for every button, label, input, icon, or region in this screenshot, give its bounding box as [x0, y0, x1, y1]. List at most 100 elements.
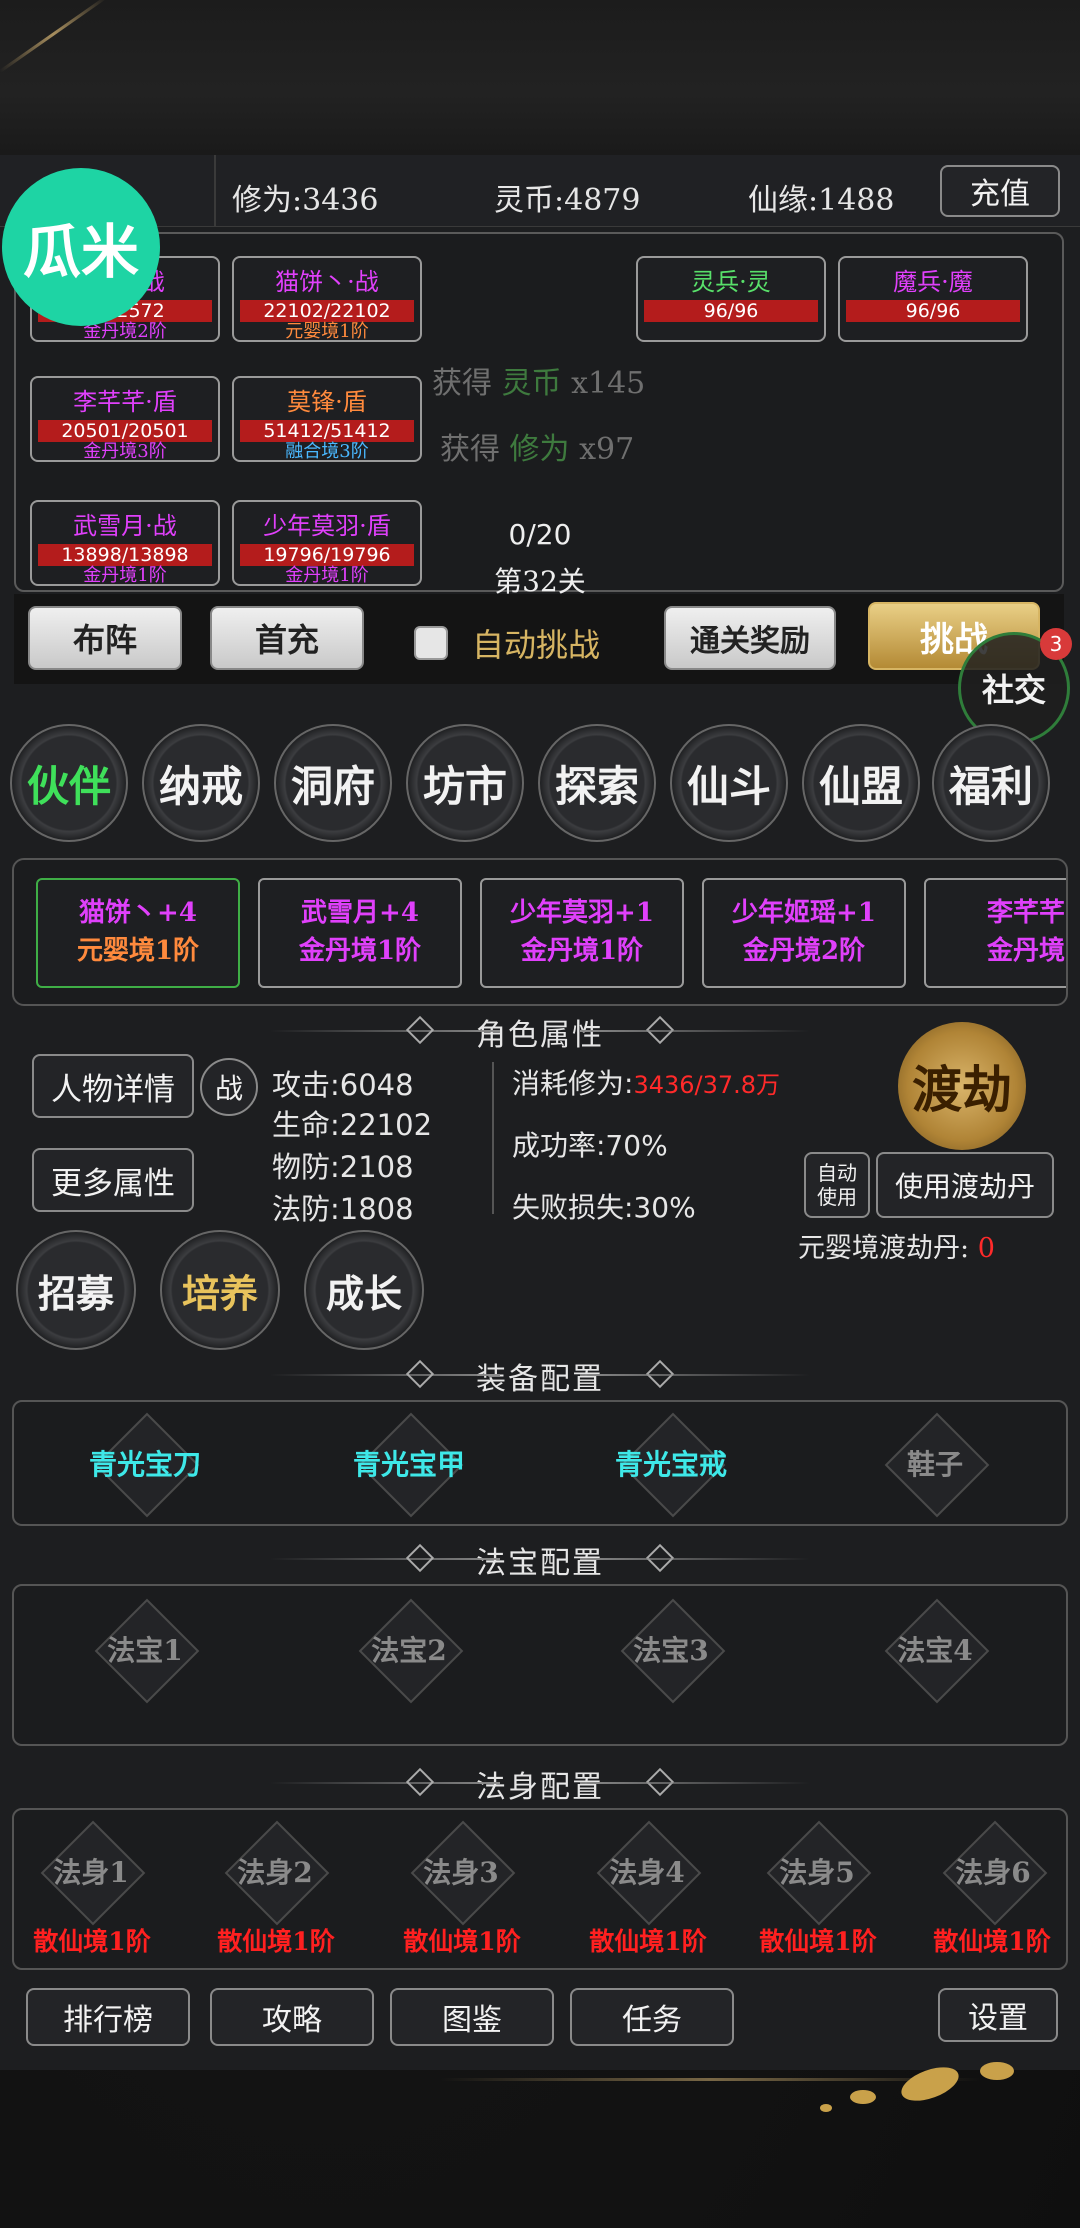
guide-button[interactable]: 攻略 — [210, 1988, 374, 2046]
equipment-slot-weapon[interactable]: 青光宝刀 — [80, 1408, 210, 1518]
auto-use-toggle[interactable]: 自动使用 — [804, 1152, 870, 1218]
gold-splash-decor — [820, 2104, 832, 2112]
dharma-slot[interactable]: 法身4 — [582, 1816, 712, 1926]
nav-welfare[interactable]: 福利 — [932, 724, 1050, 842]
auto-challenge-checkbox[interactable] — [414, 626, 448, 660]
team-member-realm: 金丹境2阶 — [83, 321, 167, 342]
treasure-slot[interactable]: 法宝3 — [606, 1594, 736, 1704]
spirit-coin-value: 灵币:4879 — [494, 183, 641, 218]
partner-card[interactable]: 少年莫羽+1 金丹境1阶 — [480, 878, 684, 988]
background-top — [0, 0, 1080, 155]
clear-reward-button[interactable]: 通关奖励 — [664, 606, 836, 670]
partner-realm: 金丹境2阶 — [742, 936, 866, 966]
tasks-button[interactable]: 任务 — [570, 1988, 734, 2046]
life-stat: 生命:22102 — [272, 1108, 433, 1142]
failure-loss: 失败损失:30% — [512, 1191, 696, 1224]
tribulation-button[interactable]: 渡劫 — [898, 1022, 1026, 1150]
partner-card[interactable]: 少年姬瑶+1 金丹境2阶 — [702, 878, 906, 988]
social-badge: 3 — [1040, 628, 1072, 660]
treasure-slot[interactable]: 法宝1 — [80, 1594, 210, 1704]
dharma-slot[interactable]: 法身6 — [928, 1816, 1058, 1926]
team-member-hp: 20501/20501 — [38, 420, 212, 442]
partner-name: 少年姬瑶+1 — [732, 898, 876, 928]
team-member-realm: 融合境3阶 — [285, 441, 369, 462]
team-member-name: 李芊芊·盾 — [73, 388, 177, 416]
enemy-card[interactable]: 魔兵·魔 96/96 — [838, 256, 1028, 342]
dharma-slot[interactable]: 法身3 — [396, 1816, 526, 1926]
team-card[interactable]: 少年莫羽·盾 19796/19796 金丹境1阶 — [232, 500, 422, 586]
character-detail-button[interactable]: 人物详情 — [32, 1054, 194, 1118]
gold-streak-decor — [440, 2078, 980, 2081]
dharma-realm: 散仙境1阶 — [33, 1927, 151, 1956]
equipment-slot-armor[interactable]: 青光宝甲 — [344, 1408, 474, 1518]
partner-list: 猫饼丶+4 元婴境1阶 武雪月+4 金丹境1阶 少年莫羽+1 金丹境1阶 少年姬… — [12, 858, 1068, 1006]
partner-name: 猫饼丶+4 — [79, 898, 197, 928]
train-tab[interactable]: 培养 — [160, 1230, 280, 1350]
stage-progress: 0/20 — [508, 518, 572, 551]
partner-name: 武雪月+4 — [301, 898, 419, 928]
more-attributes-button[interactable]: 更多属性 — [32, 1148, 194, 1212]
dharma-realm: 散仙境1阶 — [759, 1927, 877, 1956]
team-member-name: 武雪月·战 — [73, 512, 177, 540]
settings-button[interactable]: 设置 — [938, 1988, 1058, 2042]
first-charge-button[interactable]: 首充 — [210, 606, 364, 670]
dharma-slot[interactable]: 法身2 — [210, 1816, 340, 1926]
equipment-section-title: 装备配置 — [0, 1354, 1080, 1398]
loot-message: 获得 灵币 x145 — [432, 366, 646, 401]
nav-market[interactable]: 坊市 — [406, 724, 524, 842]
nav-alliance[interactable]: 仙盟 — [802, 724, 920, 842]
enemy-name: 灵兵·灵 — [691, 268, 771, 296]
team-member-hp: 51412/51412 — [240, 420, 414, 442]
partner-card[interactable]: 李芊芊 金丹境 — [924, 878, 1066, 988]
equipment-slot-ring[interactable]: 青光宝戒 — [606, 1408, 736, 1518]
enemy-hp: 96/96 — [644, 300, 818, 322]
team-card[interactable]: 莫锋·盾 51412/51412 融合境3阶 — [232, 376, 422, 462]
dharma-slot[interactable]: 法身1 — [26, 1816, 156, 1926]
ranking-button[interactable]: 排行榜 — [26, 1988, 190, 2046]
team-card[interactable]: 猫饼丶·战 22102/22102 元婴境1阶 — [232, 256, 422, 342]
team-card[interactable]: 李芊芊·盾 20501/20501 金丹境3阶 — [30, 376, 220, 462]
dharma-slot[interactable]: 法身5 — [752, 1816, 882, 1926]
nav-ring[interactable]: 纳戒 — [142, 724, 260, 842]
nav-partner[interactable]: 伙伴 — [10, 724, 128, 842]
use-tribulation-pill-button[interactable]: 使用渡劫丹 — [876, 1152, 1054, 1218]
partner-card[interactable]: 猫饼丶+4 元婴境1阶 — [36, 878, 240, 988]
nav-cave[interactable]: 洞府 — [274, 724, 392, 842]
auto-challenge-label: 自动挑战 — [472, 626, 601, 664]
dharma-realm: 散仙境1阶 — [403, 1927, 521, 1956]
game-screen: 修为:3436 灵币:4879 仙缘:1488 充值 …瑶·战 …12572 金… — [0, 0, 1080, 2228]
dharma-realm: 散仙境1阶 — [589, 1927, 707, 1956]
nav-explore[interactable]: 探索 — [538, 724, 656, 842]
codex-button[interactable]: 图鉴 — [390, 1988, 554, 2046]
nav-arena[interactable]: 仙斗 — [670, 724, 788, 842]
app-logo: 瓜米 — [2, 168, 160, 326]
treasure-slot[interactable]: 法宝4 — [870, 1594, 1000, 1704]
growth-tab[interactable]: 成长 — [304, 1230, 424, 1350]
physical-defense-stat: 物防:2108 — [272, 1150, 414, 1184]
tribulation-pill-count: 元婴境渡劫丹: 0 — [798, 1233, 995, 1264]
treasure-section-title: 法宝配置 — [0, 1538, 1080, 1582]
team-member-realm: 金丹境1阶 — [285, 565, 369, 586]
equipment-slot-shoes[interactable]: 鞋子 — [870, 1408, 1000, 1518]
team-member-realm: 金丹境3阶 — [83, 441, 167, 462]
recruit-tab[interactable]: 招募 — [16, 1230, 136, 1350]
gold-splash-decor — [980, 2062, 1014, 2080]
recharge-button[interactable]: 充值 — [940, 165, 1060, 217]
team-card[interactable]: 武雪月·战 13898/13898 金丹境1阶 — [30, 500, 220, 586]
partner-card[interactable]: 武雪月+4 金丹境1阶 — [258, 878, 462, 988]
partner-realm: 金丹境1阶 — [520, 936, 644, 966]
gold-splash-decor — [850, 2090, 876, 2104]
team-member-name: 莫锋·盾 — [287, 388, 367, 416]
loot-item: 灵币 — [501, 366, 562, 401]
treasure-slot[interactable]: 法宝2 — [344, 1594, 474, 1704]
enemy-card[interactable]: 灵兵·灵 96/96 — [636, 256, 826, 342]
team-member-realm: 金丹境1阶 — [83, 565, 167, 586]
team-member-realm: 元婴境1阶 — [285, 321, 369, 342]
team-member-hp: 19796/19796 — [240, 544, 414, 566]
magic-defense-stat: 法防:1808 — [272, 1192, 414, 1226]
loot-message: 获得 修为 x97 — [440, 432, 635, 467]
formation-button[interactable]: 布阵 — [28, 606, 182, 670]
war-button[interactable]: 战 — [200, 1058, 258, 1116]
attack-stat: 攻击:6048 — [272, 1068, 414, 1102]
team-member-hp: 22102/22102 — [240, 300, 414, 322]
